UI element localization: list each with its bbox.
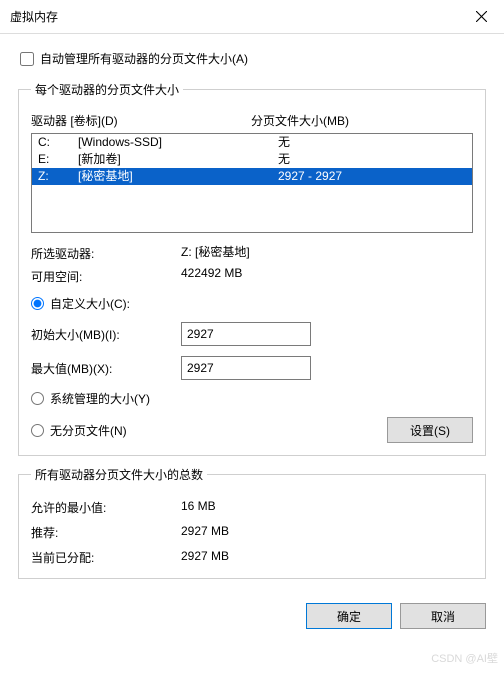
custom-size-radio-label: 自定义大小(C):: [50, 295, 130, 312]
drive-size: 无: [278, 134, 290, 151]
currently-value: 2927 MB: [181, 549, 229, 566]
max-size-input[interactable]: [181, 356, 311, 380]
totals-legend: 所有驱动器分页文件大小的总数: [31, 466, 207, 483]
currently-label: 当前已分配:: [31, 549, 181, 566]
system-managed-radio[interactable]: [31, 392, 44, 405]
close-button[interactable]: [459, 0, 504, 34]
selected-drive-row: 所选驱动器: Z: [秘密基地]: [31, 243, 473, 262]
initial-size-label: 初始大小(MB)(I):: [31, 326, 181, 343]
watermark: CSDN @AI壁: [431, 650, 498, 666]
drive-group-legend: 每个驱动器的分页文件大小: [31, 81, 183, 98]
window-title: 虚拟内存: [10, 8, 58, 25]
initial-size-input[interactable]: [181, 322, 311, 346]
custom-size-form: 初始大小(MB)(I): 最大值(MB)(X):: [31, 322, 473, 380]
custom-size-radio-row[interactable]: 自定义大小(C):: [31, 295, 473, 312]
drive-row[interactable]: E:[新加卷]无: [32, 151, 472, 168]
no-paging-radio-row[interactable]: 无分页文件(N): [31, 417, 127, 443]
set-button[interactable]: 设置(S): [387, 417, 473, 443]
ok-button[interactable]: 确定: [306, 603, 392, 629]
no-paging-radio[interactable]: [31, 424, 44, 437]
header-size-col: 分页文件大小(MB): [251, 112, 349, 129]
cancel-button[interactable]: 取消: [400, 603, 486, 629]
min-allowed-value: 16 MB: [181, 499, 216, 516]
selected-drive-value: Z: [秘密基地]: [181, 243, 250, 262]
auto-manage-checkbox[interactable]: [20, 52, 34, 66]
custom-size-radio[interactable]: [31, 297, 44, 310]
selected-drive-label: 所选驱动器:: [31, 243, 181, 262]
free-space-row: 可用空间: 422492 MB: [31, 266, 473, 285]
drive-row[interactable]: Z:[秘密基地]2927 - 2927: [32, 168, 472, 185]
drive-group: 每个驱动器的分页文件大小 驱动器 [卷标](D) 分页文件大小(MB) C:[W…: [18, 81, 486, 456]
drive-label: [秘密基地]: [78, 168, 278, 185]
auto-manage-row[interactable]: 自动管理所有驱动器的分页文件大小(A): [20, 50, 486, 67]
drive-size: 2927 - 2927: [278, 168, 342, 185]
totals-group: 所有驱动器分页文件大小的总数 允许的最小值: 16 MB 推荐: 2927 MB…: [18, 466, 486, 579]
auto-manage-label: 自动管理所有驱动器的分页文件大小(A): [40, 50, 248, 67]
system-managed-radio-row[interactable]: 系统管理的大小(Y): [31, 390, 473, 407]
drive-letter: C:: [38, 134, 78, 151]
drive-list[interactable]: C:[Windows-SSD]无E:[新加卷]无Z:[秘密基地]2927 - 2…: [31, 133, 473, 233]
max-size-label: 最大值(MB)(X):: [31, 360, 181, 377]
close-icon: [476, 11, 487, 22]
no-paging-radio-label: 无分页文件(N): [50, 422, 127, 439]
recommended-value: 2927 MB: [181, 524, 229, 541]
free-space-label: 可用空间:: [31, 266, 181, 285]
drive-letter: E:: [38, 151, 78, 168]
free-space-value: 422492 MB: [181, 266, 242, 285]
title-bar: 虚拟内存: [0, 0, 504, 34]
min-allowed-label: 允许的最小值:: [31, 499, 181, 516]
drive-row[interactable]: C:[Windows-SSD]无: [32, 134, 472, 151]
drive-label: [新加卷]: [78, 151, 278, 168]
dialog-buttons: 确定 取消: [0, 593, 504, 643]
drive-letter: Z:: [38, 168, 78, 185]
header-drive-col: 驱动器 [卷标](D): [31, 112, 251, 129]
drive-size: 无: [278, 151, 290, 168]
recommended-label: 推荐:: [31, 524, 181, 541]
drive-list-header: 驱动器 [卷标](D) 分页文件大小(MB): [31, 112, 473, 129]
system-managed-radio-label: 系统管理的大小(Y): [50, 390, 150, 407]
drive-label: [Windows-SSD]: [78, 134, 278, 151]
